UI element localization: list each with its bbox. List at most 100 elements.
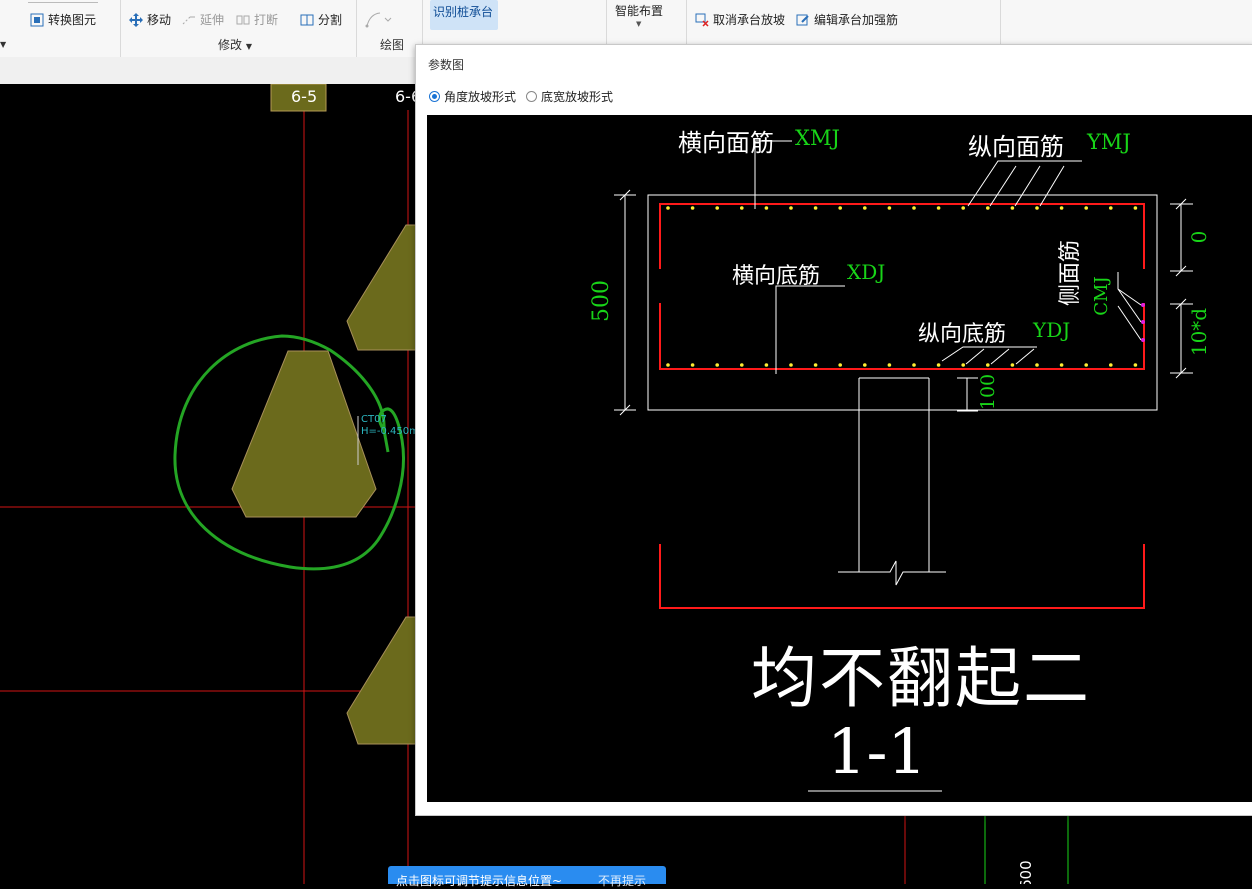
- rebar-dot: [813, 363, 818, 367]
- identify-pile-cap-label: 识别桩承台: [433, 5, 494, 19]
- tip-bar[interactable]: 点击图标可调节提示信息位置~ 不再提示: [388, 866, 666, 888]
- rebar-dot: [1059, 363, 1064, 367]
- side-rebar-dot: [1141, 338, 1145, 342]
- section-diagram: 横向面筋 XMJ 纵向面筋 YMJ 横向底筋 XDJ 纵向底筋 YDJ 侧面筋 …: [427, 115, 1252, 802]
- rebar-dot: [789, 206, 793, 210]
- split-icon: [300, 14, 314, 25]
- convert-label: 转换图元: [48, 13, 97, 27]
- radio-width-label: 底宽放坡形式: [541, 90, 614, 104]
- cropped-item: [28, 0, 98, 3]
- section-number: 1-1: [827, 715, 927, 788]
- element-elevation: H=-0.450m: [361, 426, 419, 437]
- label-bottom-transverse: 横向底筋: [732, 264, 821, 289]
- parameter-dialog: 参数图 角度放坡形式 底宽放坡形式 横向面筋 XMJ 纵向面筋 YMJ 横向底筋…: [415, 44, 1252, 816]
- rebar-dot: [740, 363, 744, 367]
- move-icon: [129, 12, 143, 27]
- cancel-slope-label: 取消承台放坡: [713, 13, 786, 27]
- edit-rebar-label: 编辑承台加强筋: [814, 13, 899, 27]
- leader-ymj: [967, 160, 1082, 207]
- side-rebar-dot: [1141, 303, 1145, 307]
- arc-draw-button[interactable]: [364, 10, 394, 28]
- label-top-longitudinal: 纵向面筋: [968, 133, 1064, 161]
- leader-ydj: [941, 346, 1037, 365]
- smart-place-button[interactable]: 智能布置: [615, 2, 663, 19]
- top-rebar-dots: [666, 206, 1138, 210]
- identify-pile-cap-button[interactable]: 识别桩承台: [430, 0, 498, 30]
- rebar-dot: [813, 206, 818, 210]
- chevron-down-icon[interactable]: ▼: [0, 36, 6, 50]
- move-button[interactable]: 移动: [129, 11, 171, 28]
- pile-outline: [858, 377, 930, 572]
- label-bottom-longitudinal: 纵向底筋: [918, 322, 1007, 347]
- dim-10d-text: 10*d: [1187, 307, 1211, 357]
- axis-tag-6-5: 6-5: [291, 87, 318, 106]
- rebar-dot: [1010, 363, 1015, 367]
- dialog-title: 参数图: [428, 58, 465, 72]
- rebar-dot: [740, 206, 744, 210]
- arc-icon: [365, 12, 392, 28]
- tip-dismiss-link[interactable]: 不再提示: [598, 872, 646, 889]
- radio-unchecked-icon: [526, 91, 537, 102]
- element-name: CT07: [361, 414, 387, 425]
- dim-500-line: [614, 189, 636, 416]
- dim-500-text: 500: [589, 280, 614, 322]
- rebar-dot: [912, 363, 916, 367]
- move-label: 移动: [147, 13, 172, 27]
- modify-group-text: 修改: [218, 38, 243, 52]
- break-label: 打断: [254, 13, 279, 27]
- cancel-slope-button[interactable]: 取消承台放坡: [695, 11, 785, 28]
- dim-100-text: 100: [977, 373, 999, 411]
- rebar-dot: [666, 363, 670, 367]
- code-ydj: YDJ: [1033, 318, 1071, 342]
- rebar-dot: [666, 206, 670, 210]
- rebar-dot: [1035, 363, 1039, 367]
- side-rebar-dot: [1141, 320, 1145, 324]
- leader-cmj: [1117, 272, 1142, 341]
- rebar-dot: [1010, 206, 1015, 210]
- break-button[interactable]: 打断: [236, 11, 278, 28]
- break-icon: [236, 15, 250, 24]
- radio-angle-label: 角度放坡形式: [444, 90, 517, 104]
- rebar-dot: [961, 206, 965, 210]
- rebar-dot: [961, 363, 965, 367]
- bottom-rebar-dots: [666, 363, 1138, 367]
- rebar-dot: [838, 206, 842, 210]
- rebar-dot: [887, 363, 892, 367]
- radio-width-slope[interactable]: 底宽放坡形式: [526, 88, 613, 105]
- split-button[interactable]: 分割: [300, 11, 342, 28]
- code-xmj: XMJ: [795, 126, 840, 150]
- rebar-dot: [1133, 363, 1138, 367]
- modify-group-label[interactable]: 修改 ▼: [218, 36, 252, 53]
- cancel-slope-icon: [695, 13, 709, 27]
- rebar-dot: [1084, 363, 1088, 367]
- rebar-dot: [887, 206, 892, 210]
- convert-element-button[interactable]: 转换图元: [30, 11, 96, 28]
- draw-group-label: 绘图: [380, 38, 405, 52]
- leader-xdj: [775, 285, 845, 374]
- split-label: 分割: [318, 13, 343, 27]
- convert-icon: [30, 13, 44, 26]
- chevron-down-icon: ▼: [245, 42, 252, 51]
- rebar-dot: [764, 206, 769, 210]
- rebar-dot: [690, 206, 695, 210]
- code-ymj: YMJ: [1087, 130, 1131, 154]
- rebar-dot: [863, 363, 867, 367]
- label-side: 侧面筋: [1058, 240, 1083, 307]
- extend-button[interactable]: 延伸: [182, 11, 224, 28]
- dim-0-text: 0: [1187, 230, 1211, 244]
- code-xdj: XDJ: [847, 260, 886, 284]
- pile-cap-ct07: [231, 350, 377, 518]
- code-cmj: CMJ: [1091, 276, 1112, 316]
- lower-bracket: [659, 544, 1145, 609]
- rebar-dot: [1059, 206, 1064, 210]
- edit-rebar-icon: [796, 14, 809, 25]
- dim-100-line: [957, 377, 978, 412]
- dim-600-text: 600: [1017, 860, 1035, 884]
- extend-label: 延伸: [200, 13, 225, 27]
- radio-angle-slope[interactable]: 角度放坡形式: [429, 88, 516, 105]
- rebar-dot: [936, 363, 941, 367]
- rebar-dot: [764, 363, 769, 367]
- edit-rebar-button[interactable]: 编辑承台加强筋: [796, 11, 898, 28]
- chevron-down-icon: ▼: [636, 20, 642, 28]
- rebar-dot: [838, 363, 842, 367]
